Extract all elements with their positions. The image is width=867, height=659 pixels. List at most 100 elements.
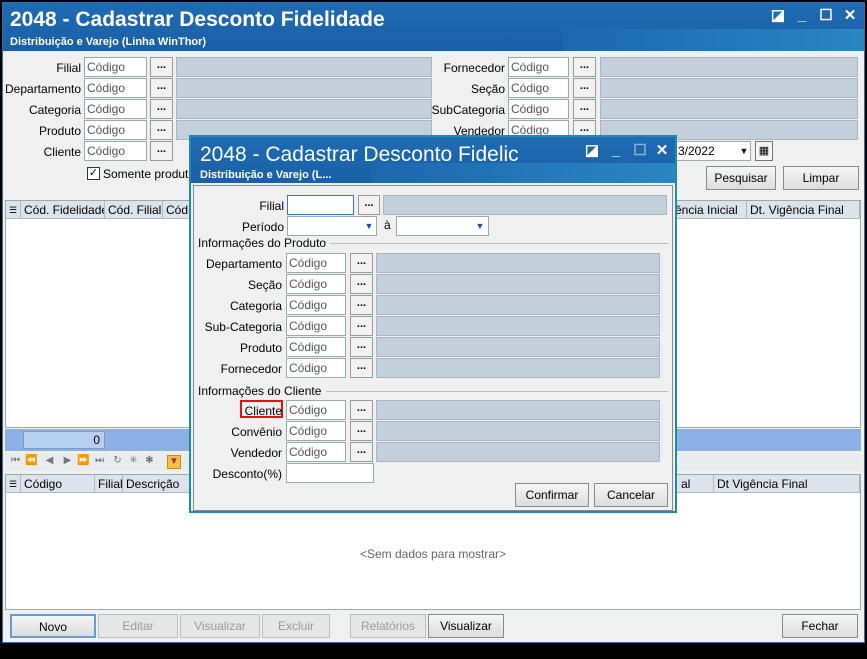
dialog-minimize-icon[interactable]: _ — [605, 142, 627, 160]
close-icon[interactable]: ✕ — [839, 7, 861, 25]
dialog-produto-lookup-button[interactable]: ... — [350, 337, 373, 357]
confirm-button[interactable]: Confirmar — [515, 483, 589, 507]
dialog-produto-input[interactable]: Código — [286, 337, 346, 357]
produto-label: Produto — [38, 124, 81, 138]
grid-menu-icon[interactable]: ☰ — [6, 201, 21, 219]
categoria-lookup-button[interactable]: ... — [150, 99, 173, 119]
dialog-close-icon[interactable]: ✕ — [651, 142, 673, 160]
last-record-icon[interactable]: ⏭ — [93, 455, 106, 466]
produto-code-input[interactable]: Código — [84, 120, 147, 140]
dialog-maximize-icon[interactable]: ☐ — [629, 142, 651, 160]
col-vigencia-inicial-2[interactable]: al — [678, 475, 714, 493]
grid2-menu-icon[interactable]: ☰ — [6, 475, 21, 493]
subcategoria-code-input[interactable]: Código — [508, 99, 569, 119]
cliente-label: Cliente — [43, 145, 81, 159]
dialog-cliente-label: Cliente — [244, 404, 282, 418]
prev-page-icon[interactable]: ⏪ — [25, 455, 38, 466]
restore-icon[interactable]: ◪ — [767, 7, 789, 25]
search-button[interactable]: Pesquisar — [706, 166, 776, 190]
fornecedor-lookup-button[interactable]: ... — [573, 57, 596, 77]
novo-button[interactable]: Novo — [10, 614, 96, 638]
dialog-subcategoria-input[interactable]: Código — [286, 316, 346, 336]
dialog-desconto-input[interactable] — [286, 463, 374, 483]
excluir-button[interactable]: Excluir — [262, 614, 330, 638]
dialog-desconto-label: Desconto(%) — [212, 467, 282, 481]
relatorios-button[interactable]: Relatórios — [350, 614, 426, 638]
secao-lookup-button[interactable]: ... — [573, 78, 596, 98]
record-count: 0 — [23, 431, 105, 449]
add-record-icon[interactable]: ✳ — [127, 455, 140, 466]
categoria-code-input[interactable]: Código — [84, 99, 147, 119]
dialog-categoria-input[interactable]: Código — [286, 295, 346, 315]
dialog-departamento-input[interactable]: Código — [286, 253, 346, 273]
fornecedor-code-input[interactable]: Código — [508, 57, 569, 77]
dialog-vendedor-input[interactable]: Código — [286, 442, 346, 462]
departamento-label: Departamento — [5, 82, 82, 96]
dialog-periodo-label: Período — [241, 220, 284, 234]
dialog-produto-description — [376, 337, 660, 357]
filial-label: Filial — [56, 61, 81, 75]
col-codigo[interactable]: Código — [21, 475, 95, 493]
dialog-cliente-lookup-button[interactable]: ... — [350, 400, 373, 420]
refresh-icon[interactable]: ↻ — [111, 455, 124, 466]
dialog-subcategoria-lookup-button[interactable]: ... — [350, 316, 373, 336]
dialog-vendedor-lookup-button[interactable]: ... — [350, 442, 373, 462]
dropdown-arrow-icon[interactable]: ▼ — [737, 143, 751, 159]
col-cod-filial[interactable]: Cód. Filial — [105, 201, 163, 219]
prev-record-icon[interactable]: ◀ — [43, 455, 56, 466]
cadastrar-dialog: 2048 - Cadastrar Desconto Fidelic Distri… — [189, 135, 677, 513]
col-vigencia-final[interactable]: Dt. Vigência Final — [747, 201, 860, 219]
dialog-cliente-input[interactable]: Código — [286, 400, 346, 420]
minimize-icon[interactable]: _ — [791, 7, 813, 25]
dialog-fornecedor-label: Fornecedor — [220, 362, 282, 376]
dialog-categoria-lookup-button[interactable]: ... — [350, 295, 373, 315]
somente-produtos-checkbox[interactable]: ✓ — [87, 167, 100, 180]
col-descricao[interactable]: Descrição — [123, 475, 193, 493]
secao-code-input[interactable]: Código — [508, 78, 569, 98]
calendar-icon[interactable]: ▦ — [755, 141, 773, 161]
dialog-restore-icon[interactable]: ◪ — [581, 142, 603, 160]
dialog-departamento-description — [376, 253, 660, 273]
dialog-secao-lookup-button[interactable]: ... — [350, 274, 373, 294]
dialog-filial-input[interactable] — [287, 195, 354, 215]
dialog-title: 2048 - Cadastrar Desconto Fidelic — [200, 143, 519, 166]
dialog-subtitle: Distribuição e Varejo (L... — [200, 169, 332, 181]
departamento-lookup-button[interactable]: ... — [150, 78, 173, 98]
dialog-secao-input[interactable]: Código — [286, 274, 346, 294]
dialog-filial-lookup-button[interactable]: ... — [358, 195, 380, 215]
filial-lookup-button[interactable]: ... — [150, 57, 173, 77]
dialog-convenio-label: Convênio — [231, 425, 282, 439]
filter-icon[interactable]: ▼ — [167, 455, 181, 469]
next-record-icon[interactable]: ▶ — [61, 455, 74, 466]
produto-lookup-button[interactable]: ... — [150, 120, 173, 140]
editar-button[interactable]: Editar — [98, 614, 178, 638]
col-cod-fidelidade[interactable]: Cód. Fidelidade — [21, 201, 105, 219]
dialog-departamento-lookup-button[interactable]: ... — [350, 253, 373, 273]
subcategoria-lookup-button[interactable]: ... — [573, 99, 596, 119]
dialog-convenio-lookup-button[interactable]: ... — [350, 421, 373, 441]
col-filial[interactable]: Filial — [95, 475, 123, 493]
dialog-fornecedor-lookup-button[interactable]: ... — [350, 358, 373, 378]
filial-code-input[interactable]: Código — [84, 57, 147, 77]
visualizar-log-button[interactable]: Visualizar Log — [428, 614, 504, 655]
next-page-icon[interactable]: ⏩ — [77, 455, 90, 466]
departamento-description — [176, 78, 432, 98]
periodo-end-dropdown-icon[interactable]: ▼ — [473, 218, 487, 234]
fechar-button[interactable]: Fechar — [782, 614, 858, 638]
cliente-lookup-button[interactable]: ... — [150, 141, 173, 161]
dialog-subcategoria-label: Sub-Categoria — [204, 320, 282, 334]
periodo-start-dropdown-icon[interactable]: ▼ — [362, 218, 376, 234]
insert-record-icon[interactable]: ✱ — [143, 455, 156, 466]
departamento-code-input[interactable]: Código — [84, 78, 147, 98]
first-record-icon[interactable]: ⏮ — [9, 455, 22, 466]
maximize-icon[interactable]: ☐ — [815, 7, 837, 25]
visualizar-button[interactable]: Visualizar — [180, 614, 260, 638]
col-vigencia-final-2[interactable]: Dt Vigência Final — [714, 475, 860, 493]
dialog-convenio-input[interactable]: Código — [286, 421, 346, 441]
clear-button[interactable]: Limpar — [783, 166, 859, 190]
cancel-button[interactable]: Cancelar — [594, 483, 668, 507]
cliente-code-input[interactable]: Código — [84, 141, 147, 161]
dialog-fornecedor-input[interactable]: Código — [286, 358, 346, 378]
col-vigencia-inicial[interactable]: ência Inicial — [672, 201, 747, 219]
dialog-filial-description — [383, 195, 667, 215]
